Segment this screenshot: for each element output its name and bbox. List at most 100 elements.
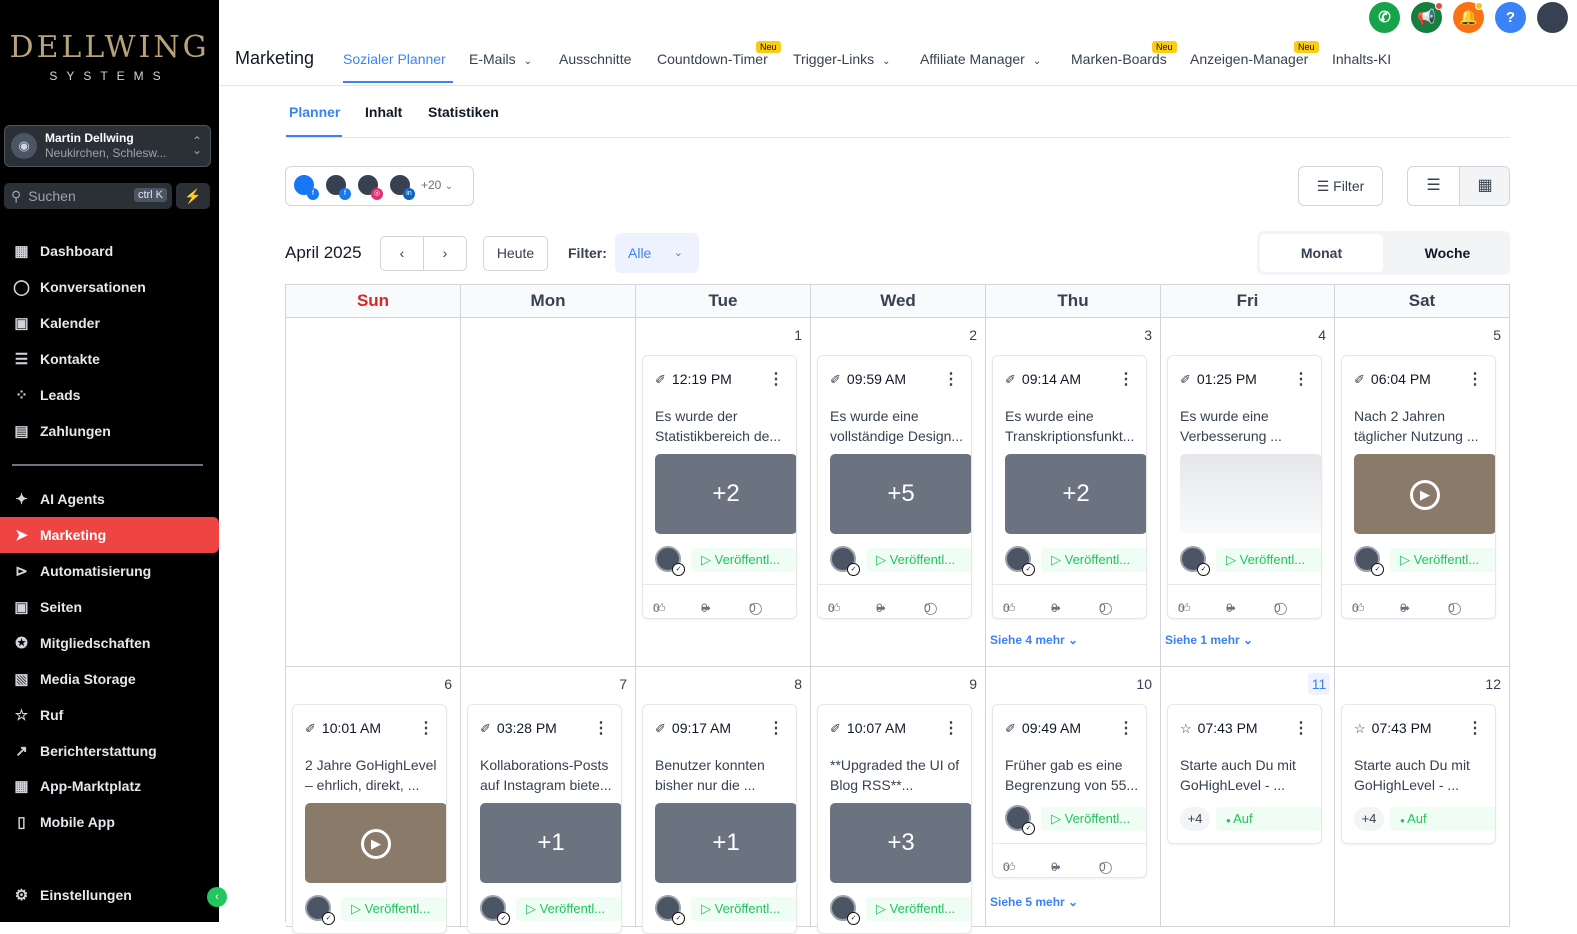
post-card[interactable]: ✐ 03:28 PM ⋮ Kollaborations-Posts auf Instag… bbox=[467, 704, 622, 934]
filter-select[interactable]: Alle ⌄ bbox=[615, 233, 699, 273]
sidebar-item-konversationen[interactable]: ◯ Konversationen bbox=[0, 269, 219, 305]
more-options-icon[interactable]: ⋮ bbox=[768, 718, 784, 738]
sidebar-item-leads[interactable]: ⁘ Leads bbox=[0, 377, 219, 413]
sidebar-item-ruf[interactable]: ☆ Ruf bbox=[0, 697, 219, 733]
quick-action-button[interactable]: ⚡ bbox=[176, 183, 210, 209]
sidebar-item-media-storage[interactable]: ▧ Media Storage bbox=[0, 661, 219, 697]
help-button[interactable]: ? bbox=[1495, 2, 1526, 33]
post-card[interactable]: ✐ 10:07 AM ⋮ **Upgraded the UI of Blog RSS**… bbox=[817, 704, 972, 934]
today-button[interactable]: Heute bbox=[483, 236, 548, 271]
post-card[interactable]: ✐ 12:19 PM ⋮ Es wurde der Statistikbereich d… bbox=[642, 355, 797, 619]
search-input[interactable]: ⚲ Suchen ctrl K bbox=[4, 183, 172, 209]
sidebar-item-zahlungen[interactable]: ▤ Zahlungen bbox=[0, 413, 219, 449]
post-media-thumbnail[interactable]: +5 bbox=[830, 454, 971, 534]
calendar-view-button[interactable]: ▦ bbox=[1459, 167, 1509, 205]
sidebar-item-mitgliedschaften[interactable]: ✪ Mitgliedschaften bbox=[0, 625, 219, 661]
post-media-thumbnail[interactable]: +2 bbox=[655, 454, 796, 534]
more-options-icon[interactable]: ⋮ bbox=[593, 718, 609, 738]
post-card[interactable]: ✐ 06:04 PM ⋮ Nach 2 Jahren täglicher Nutzung… bbox=[1341, 355, 1496, 619]
post-type-icon: ✐ bbox=[1354, 372, 1365, 387]
sidebar-item-kalender[interactable]: ▣ Kalender bbox=[0, 305, 219, 341]
active-tab-indicator bbox=[343, 81, 453, 83]
tab-sozialer-planner[interactable]: Sozialer Planner bbox=[343, 51, 446, 67]
sidebar-item-seiten[interactable]: ▣ Seiten bbox=[0, 589, 219, 625]
day-cell[interactable] bbox=[286, 318, 461, 667]
post-card[interactable]: ☆ 07:43 PM ⋮ Starte auch Du mit GoHighLevel … bbox=[1167, 704, 1322, 844]
see-more-link[interactable]: Siehe 4 mehr ⌄ bbox=[990, 633, 1078, 647]
chevron-down-icon: ⌄ bbox=[444, 181, 454, 192]
post-card[interactable]: ✐ 09:14 AM ⋮ Es wurde eine Transkriptionsfun… bbox=[992, 355, 1147, 619]
post-media-thumbnail[interactable] bbox=[1180, 454, 1321, 534]
post-media-thumbnail[interactable]: +3 bbox=[830, 803, 971, 883]
prev-month-button[interactable]: ‹ bbox=[380, 236, 424, 271]
see-more-link[interactable]: Siehe 1 mehr ⌄ bbox=[1165, 633, 1253, 647]
more-options-icon[interactable]: ⋮ bbox=[1293, 718, 1309, 738]
sidebar-item-automatisierung[interactable]: ⊳ Automatisierung bbox=[0, 553, 219, 589]
tab-inhalts-ki[interactable]: Inhalts-KI bbox=[1332, 51, 1391, 67]
sidebar-item-label: Zahlungen bbox=[40, 423, 111, 439]
tab-trigger-links[interactable]: Trigger-Links ⌄ bbox=[793, 51, 891, 67]
day-cell[interactable] bbox=[461, 318, 636, 667]
more-options-icon[interactable]: ⋮ bbox=[1118, 718, 1134, 738]
post-card[interactable]: ✐ 10:01 AM ⋮ 2 Jahre GoHighLevel – ehrlich, … bbox=[292, 704, 447, 934]
tab-marken-boards[interactable]: Marken-Boards bbox=[1071, 51, 1167, 67]
see-more-link[interactable]: Siehe 5 mehr ⌄ bbox=[990, 895, 1078, 909]
tab-e-mails[interactable]: E-Mails ⌄ bbox=[469, 51, 532, 67]
more-options-icon[interactable]: ⋮ bbox=[1467, 369, 1483, 389]
phone-call-button[interactable]: ✆ bbox=[1369, 2, 1400, 33]
more-options-icon[interactable]: ⋮ bbox=[768, 369, 784, 389]
sidebar-item-app-marktplatz[interactable]: ▦ App-Marktplatz bbox=[0, 768, 219, 804]
tab-label: Trigger-Links bbox=[793, 51, 875, 67]
sidebar-item-berichterstattung[interactable]: ↗ Berichterstattung bbox=[0, 733, 219, 769]
stat-count: 0 bbox=[828, 601, 835, 615]
post-type-icon: ✐ bbox=[1005, 372, 1016, 387]
tab-anzeigen-manager[interactable]: Anzeigen-Manager bbox=[1190, 51, 1308, 67]
month-view-option[interactable]: Monat bbox=[1260, 234, 1383, 272]
tab-countdown-timer[interactable]: Countdown-Timer bbox=[657, 51, 768, 67]
more-options-icon[interactable]: ⋮ bbox=[943, 718, 959, 738]
post-card[interactable]: ✐ 09:17 AM ⋮ Benutzer konnten bisher nur die… bbox=[642, 704, 797, 934]
more-options-icon[interactable]: ⋮ bbox=[1467, 718, 1483, 738]
post-card[interactable]: ✐ 09:49 AM ⋮ Früher gab es eine Begrenzung v… bbox=[992, 704, 1147, 878]
week-view-option[interactable]: Woche bbox=[1386, 234, 1509, 272]
status-badge: ▷ Veröffentl... bbox=[1041, 807, 1146, 831]
post-footer: ✓ ▷ Veröffentl... bbox=[1354, 546, 1495, 576]
sidebar-item-mobile-app[interactable]: ▯ Mobile App bbox=[0, 804, 219, 840]
sidebar-item-dashboard[interactable]: ▦ Dashboard bbox=[0, 233, 219, 269]
location-switcher[interactable]: ◉ Martin Dellwing Neukirchen, Schlesw...… bbox=[4, 125, 211, 167]
subtab-statistiken[interactable]: Statistiken bbox=[428, 104, 499, 120]
subtab-planner[interactable]: Planner bbox=[289, 104, 340, 120]
more-options-icon[interactable]: ⋮ bbox=[1293, 369, 1309, 389]
more-options-icon[interactable]: ⋮ bbox=[943, 369, 959, 389]
list-view-button[interactable]: ☰ bbox=[1408, 167, 1459, 205]
day-number: 6 bbox=[444, 676, 452, 692]
post-media-thumbnail[interactable]: +1 bbox=[655, 803, 796, 883]
social-accounts-selector[interactable]: f f ◎ in +20 ⌄ bbox=[285, 166, 474, 206]
post-card[interactable]: ☆ 07:43 PM ⋮ Starte auch Du mit GoHighLevel … bbox=[1341, 704, 1496, 844]
company-logo[interactable]: DELLWING SYSTEMS bbox=[0, 30, 219, 83]
post-card[interactable]: ✐ 01:25 PM ⋮ Es wurde eine Verbesserung ... ✓… bbox=[1167, 355, 1322, 619]
sidebar-item-marketing[interactable]: ➤ Marketing bbox=[0, 517, 219, 553]
sidebar-item-ai-agents[interactable]: ✦ AI Agents bbox=[0, 481, 219, 517]
post-media-thumbnail[interactable]: +2 bbox=[1005, 454, 1146, 534]
view-switcher: ☰ ▦ bbox=[1407, 166, 1510, 206]
post-text-line: Kollaborations-Posts bbox=[480, 757, 609, 773]
sidebar-item-einstellungen[interactable]: ⚙ Einstellungen bbox=[0, 877, 219, 913]
pages-icon: ▣ bbox=[14, 599, 29, 616]
sidebar-collapse-button[interactable]: ‹ bbox=[207, 887, 227, 907]
user-avatar[interactable] bbox=[1537, 2, 1568, 33]
post-media-thumbnail[interactable]: ▶ bbox=[305, 803, 446, 883]
more-options-icon[interactable]: ⋮ bbox=[418, 718, 434, 738]
weekday-header: Mon bbox=[461, 285, 636, 318]
stat-count: 0 bbox=[1448, 601, 1455, 615]
tab-ausschnitte[interactable]: Ausschnitte bbox=[559, 51, 631, 67]
tab-affiliate-manager[interactable]: Affiliate Manager ⌄ bbox=[920, 51, 1041, 67]
filter-button[interactable]: ☰ Filter bbox=[1298, 166, 1383, 206]
more-options-icon[interactable]: ⋮ bbox=[1118, 369, 1134, 389]
post-media-thumbnail[interactable]: +1 bbox=[480, 803, 621, 883]
next-month-button[interactable]: › bbox=[423, 236, 467, 271]
post-card[interactable]: ✐ 09:59 AM ⋮ Es wurde eine vollständige Desi… bbox=[817, 355, 972, 619]
subtab-inhalt[interactable]: Inhalt bbox=[365, 104, 402, 120]
sidebar-item-kontakte[interactable]: ☰ Kontakte bbox=[0, 341, 219, 377]
post-media-thumbnail[interactable]: ▶ bbox=[1354, 454, 1495, 534]
